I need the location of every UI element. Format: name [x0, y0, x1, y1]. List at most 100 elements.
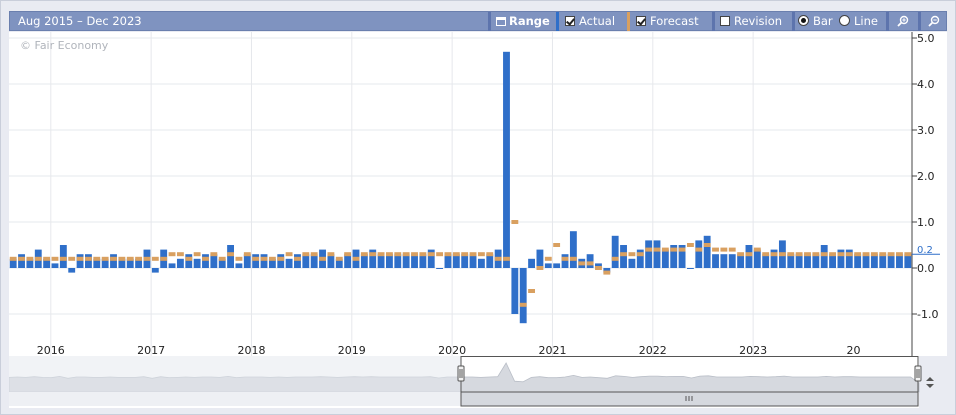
- actual-bar[interactable]: [536, 249, 544, 268]
- actual-bar[interactable]: [804, 254, 811, 268]
- forecast-marker[interactable]: [126, 256, 134, 261]
- forecast-marker[interactable]: [402, 252, 410, 257]
- actual-bar[interactable]: [252, 254, 260, 268]
- forecast-marker[interactable]: [118, 256, 126, 261]
- forecast-marker[interactable]: [561, 256, 569, 261]
- forecast-marker[interactable]: [335, 256, 343, 261]
- forecast-marker[interactable]: [728, 247, 736, 252]
- actual-bar[interactable]: [386, 254, 393, 268]
- forecast-marker[interactable]: [687, 243, 694, 247]
- forecast-marker[interactable]: [302, 252, 310, 257]
- forecast-marker[interactable]: [135, 256, 143, 261]
- forecast-marker[interactable]: [110, 256, 117, 261]
- actual-bar[interactable]: [185, 254, 193, 268]
- forecast-marker[interactable]: [461, 252, 469, 257]
- actual-bar[interactable]: [896, 254, 903, 268]
- actual-bar[interactable]: [645, 240, 653, 268]
- actual-bar[interactable]: [436, 268, 444, 269]
- revision-toggle[interactable]: Revision: [720, 12, 794, 31]
- forecast-marker[interactable]: [636, 252, 644, 257]
- actual-bar[interactable]: [519, 268, 527, 324]
- actual-bar[interactable]: [59, 245, 67, 268]
- actual-bar[interactable]: [294, 254, 301, 268]
- forecast-marker[interactable]: [327, 252, 335, 257]
- forecast-marker[interactable]: [879, 252, 887, 257]
- forecast-marker[interactable]: [9, 256, 17, 261]
- forecast-marker[interactable]: [519, 302, 527, 307]
- forecast-marker[interactable]: [737, 252, 745, 257]
- forecast-marker[interactable]: [494, 256, 502, 261]
- forecast-marker[interactable]: [511, 220, 519, 224]
- actual-bar[interactable]: [712, 254, 719, 268]
- actual-bar[interactable]: [728, 254, 736, 268]
- forecast-marker[interactable]: [745, 252, 753, 257]
- forecast-marker[interactable]: [586, 261, 594, 266]
- actual-bar[interactable]: [661, 249, 669, 268]
- forecast-marker[interactable]: [820, 252, 828, 257]
- actual-bar[interactable]: [511, 268, 519, 314]
- forecast-marker[interactable]: [578, 261, 586, 266]
- actual-bar[interactable]: [452, 254, 460, 268]
- actual-bar[interactable]: [503, 51, 510, 268]
- forecast-marker[interactable]: [277, 256, 285, 261]
- actual-bar[interactable]: [235, 263, 243, 268]
- forecast-marker[interactable]: [168, 252, 176, 257]
- actual-bar[interactable]: [193, 258, 201, 268]
- actual-bar[interactable]: [76, 254, 84, 268]
- actual-bar[interactable]: [68, 268, 76, 273]
- forecast-marker[interactable]: [193, 252, 201, 257]
- forecast-marker[interactable]: [503, 256, 510, 261]
- forecast-marker[interactable]: [452, 252, 460, 257]
- forecast-marker[interactable]: [486, 252, 494, 257]
- actual-bar[interactable]: [110, 254, 117, 268]
- forecast-marker[interactable]: [670, 247, 678, 252]
- actual-bar[interactable]: [795, 254, 803, 268]
- forecast-marker[interactable]: [143, 256, 151, 261]
- forecast-marker[interactable]: [268, 256, 276, 261]
- actual-bar[interactable]: [210, 254, 218, 268]
- forecast-marker[interactable]: [904, 252, 912, 257]
- forecast-marker[interactable]: [285, 252, 293, 257]
- line-mode-radio[interactable]: Line: [839, 12, 887, 31]
- forecast-checkbox[interactable]: [636, 16, 646, 26]
- actual-bar[interactable]: [695, 240, 703, 268]
- actual-bar[interactable]: [829, 254, 836, 268]
- forecast-marker[interactable]: [795, 252, 803, 257]
- actual-bar[interactable]: [260, 254, 268, 268]
- forecast-marker[interactable]: [804, 252, 811, 257]
- forecast-marker[interactable]: [76, 256, 84, 261]
- actual-bar[interactable]: [879, 254, 887, 268]
- actual-bar[interactable]: [85, 254, 92, 268]
- forecast-marker[interactable]: [252, 256, 260, 261]
- actual-bar[interactable]: [419, 254, 427, 268]
- actual-bar[interactable]: [611, 235, 619, 268]
- forecast-marker[interactable]: [862, 252, 870, 257]
- forecast-marker[interactable]: [753, 247, 761, 252]
- navigator-right-handle[interactable]: [914, 365, 922, 382]
- forecast-marker[interactable]: [93, 256, 101, 261]
- forecast-marker[interactable]: [678, 247, 686, 252]
- actual-bar[interactable]: [310, 254, 318, 268]
- updown-arrows-icon[interactable]: [926, 377, 934, 388]
- actual-bar[interactable]: [402, 254, 410, 268]
- forecast-marker[interactable]: [386, 252, 393, 257]
- actual-bar[interactable]: [762, 254, 770, 268]
- forecast-marker[interactable]: [218, 256, 226, 261]
- forecast-marker[interactable]: [411, 252, 418, 257]
- forecast-marker[interactable]: [419, 252, 427, 257]
- forecast-marker[interactable]: [477, 252, 485, 257]
- actual-bar[interactable]: [586, 254, 594, 268]
- forecast-marker[interactable]: [887, 252, 895, 257]
- actual-bar[interactable]: [461, 254, 469, 268]
- actual-bar[interactable]: [820, 245, 828, 268]
- forecast-marker[interactable]: [611, 256, 619, 261]
- forecast-marker[interactable]: [645, 247, 653, 252]
- actual-bar[interactable]: [528, 258, 535, 268]
- forecast-marker[interactable]: [553, 243, 561, 247]
- actual-bar[interactable]: [344, 254, 352, 268]
- actual-bar[interactable]: [812, 254, 820, 268]
- forecast-marker[interactable]: [544, 256, 552, 261]
- forecast-marker[interactable]: [352, 256, 360, 261]
- forecast-marker[interactable]: [536, 266, 544, 270]
- forecast-marker[interactable]: [101, 256, 109, 261]
